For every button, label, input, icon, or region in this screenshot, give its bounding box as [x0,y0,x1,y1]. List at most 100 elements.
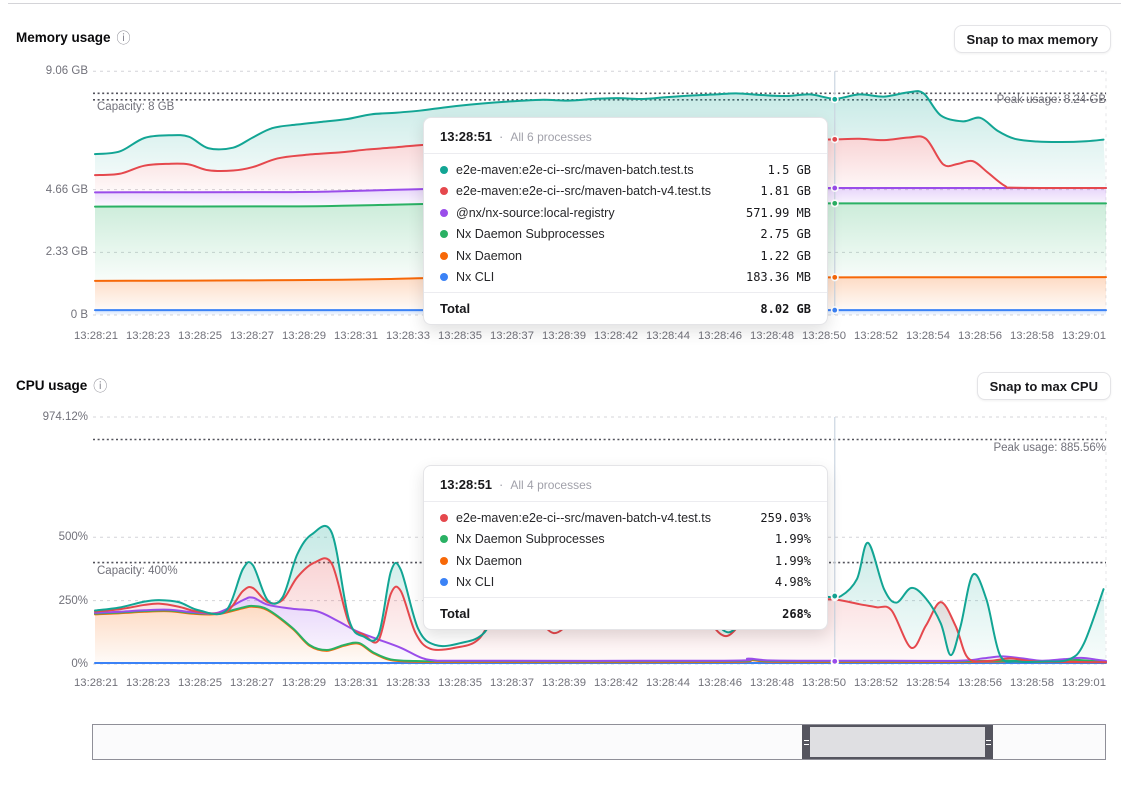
memory-usage-title: Memory usage [16,30,111,45]
process-name: e2e-maven:e2e-ci--src/maven-batch-v4.tes… [456,511,711,525]
tooltip-total-row: Total 268% [424,597,827,629]
series-dot-icon [440,273,448,281]
series-dot-icon [440,252,448,260]
x-axis-label: 13:28:27 [222,329,282,343]
x-axis-label: 13:28:23 [118,676,178,690]
x-axis-label: 13:28:48 [742,676,802,690]
tooltip-row: e2e-maven:e2e-ci--src/maven-batch-v4.tes… [440,181,811,203]
tooltip-total-label: Total [440,606,470,621]
brush-selection[interactable] [802,725,992,759]
x-axis-label: 13:28:44 [638,329,698,343]
x-axis-label: 13:28:54 [898,329,958,343]
brush-handle-left[interactable] [802,727,810,757]
tooltip-row: Nx Daemon 1.99% [440,550,811,572]
process-value: 571.99 MB [746,206,811,220]
y-axis-label: 0 B [8,307,88,323]
process-name: Nx CLI [456,575,494,589]
process-value: 2.75 GB [760,227,811,241]
x-axis-label: 13:28:35 [430,676,490,690]
x-axis-label: 13:29:01 [1054,329,1114,343]
x-axis-label: 13:28:39 [534,329,594,343]
cpu-usage-title: CPU usage [16,378,87,393]
cpu-section-header: CPU usage ⓘ [16,378,107,393]
tooltip-row: Nx Daemon 1.22 GB [440,245,811,267]
tooltip-header: 13:28:51 · All 6 processes [424,118,827,154]
y-axis-label: 500% [8,529,88,545]
brush-handle-right[interactable] [985,727,993,757]
process-value: 1.5 GB [768,163,811,177]
x-axis-label: 13:28:23 [118,329,178,343]
snap-to-max-cpu-button[interactable]: Snap to max CPU [977,372,1111,400]
series-dot-icon [440,578,448,586]
process-value: 1.99% [775,532,811,546]
tooltip-rows: e2e-maven:e2e-ci--src/maven-batch-v4.tes… [424,502,827,597]
tooltip-row: @nx/nx-source:local-registry571.99 MB [440,202,811,224]
x-axis-label: 13:28:33 [378,676,438,690]
tooltip-total-label: Total [440,301,470,316]
y-axis-label: 974.12% [8,409,88,425]
process-name: Nx Daemon Subprocesses [456,227,605,241]
x-axis-label: 13:28:21 [66,676,126,690]
tooltip-total-value: 8.02 GB [760,302,811,316]
tooltip-total-value: 268% [782,607,811,621]
x-axis-label: 13:28:42 [586,329,646,343]
x-axis-label: 13:28:37 [482,329,542,343]
tooltip-row: Nx CLI183.36 MB [440,267,811,289]
series-dot-icon [440,514,448,522]
process-name: Nx Daemon [456,249,522,263]
process-value: 1.22 GB [760,249,811,263]
x-axis-label: 13:28:58 [1002,329,1062,343]
x-axis-label: 13:28:58 [1002,676,1062,690]
process-name: e2e-maven:e2e-ci--src/maven-batch-v4.tes… [456,184,711,198]
x-axis-label: 13:28:46 [690,329,750,343]
tooltip-row: e2e-maven:e2e-ci--src/maven-batch.test.t… [440,159,811,181]
brush-track[interactable] [92,724,1106,760]
crosshair-dot-teal [832,593,838,599]
tooltip-header: 13:28:51 · All 4 processes [424,466,827,502]
profiler-page: Memory usage ⓘ Snap to max memory Capaci… [0,0,1129,787]
tooltip-separator: · [499,129,503,144]
tooltip-row: e2e-maven:e2e-ci--src/maven-batch-v4.tes… [440,507,811,529]
tooltip-time: 13:28:51 [440,129,492,144]
x-axis-label: 13:28:21 [66,329,126,343]
crosshair-dot-purple [832,658,838,664]
tooltip-separator: · [499,477,503,492]
process-value: 1.81 GB [760,184,811,198]
x-axis-label: 13:28:48 [742,329,802,343]
x-axis-label: 13:28:56 [950,329,1010,343]
x-axis-label: 13:28:37 [482,676,542,690]
y-axis-label: 2.33 GB [8,244,88,260]
process-value: 1.99% [775,554,811,568]
memory-tooltip: 13:28:51 · All 6 processes e2e-maven:e2e… [423,117,828,325]
snap-to-max-memory-button[interactable]: Snap to max memory [954,25,1112,53]
x-axis-label: 13:28:25 [170,676,230,690]
x-axis-label: 13:28:25 [170,329,230,343]
x-axis-label: 13:28:29 [274,329,334,343]
cpu-tooltip: 13:28:51 · All 4 processes e2e-maven:e2e… [423,465,828,630]
process-name: Nx Daemon Subprocesses [456,532,605,546]
info-icon[interactable]: ⓘ [117,31,131,45]
crosshair-dot-teal [832,96,838,102]
x-axis-label: 13:28:29 [274,676,334,690]
process-name: Nx Daemon [456,554,522,568]
memory-capacity-label: Capacity: 8 GB [97,101,174,113]
memory-peak-label: Peak usage: 8.24 GB [997,94,1106,106]
y-axis-label: 4.66 GB [8,182,88,198]
x-axis-label: 13:28:33 [378,329,438,343]
series-dot-icon [440,535,448,543]
crosshair-dot-blue [832,307,838,313]
cpu-capacity-label: Capacity: 400% [97,565,178,577]
tooltip-subtitle: All 4 processes [510,478,591,492]
y-axis-label: 0% [8,656,88,672]
process-value: 183.36 MB [746,270,811,284]
x-axis-label: 13:28:52 [846,329,906,343]
crosshair-dot-purple [832,185,838,191]
tooltip-subtitle: All 6 processes [510,130,591,144]
x-axis-label: 13:28:54 [898,676,958,690]
crosshair-dot-red [832,136,838,142]
crosshair-dot-green [832,200,838,206]
info-icon[interactable]: ⓘ [93,379,107,393]
card-top-edge [8,3,1121,4]
series-dot-icon [440,166,448,174]
tooltip-rows: e2e-maven:e2e-ci--src/maven-batch.test.t… [424,154,827,292]
